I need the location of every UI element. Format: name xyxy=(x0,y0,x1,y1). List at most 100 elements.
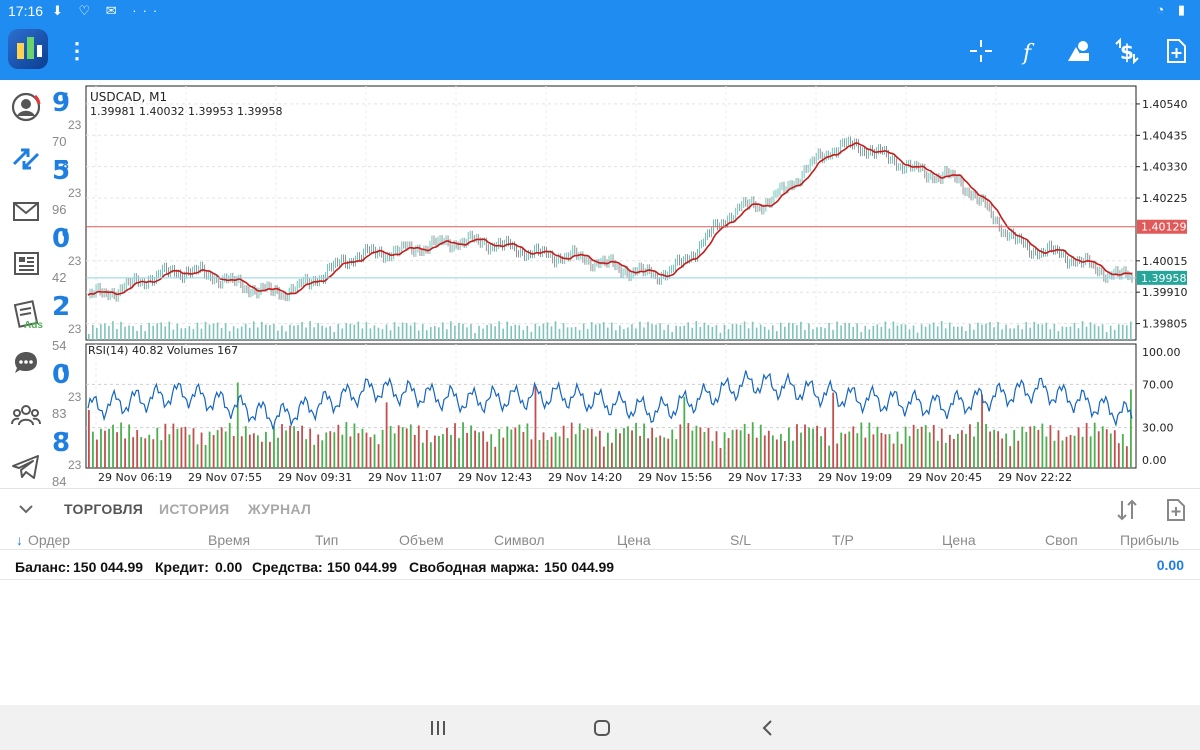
home-icon[interactable] xyxy=(591,717,613,739)
volume-bar xyxy=(880,326,883,340)
tab-journal[interactable]: ЖУРНАЛ xyxy=(248,501,311,517)
tab-trade[interactable]: ТОРГОВЛЯ xyxy=(64,501,143,517)
objects-icon[interactable] xyxy=(1062,35,1094,67)
volume-bar xyxy=(96,327,98,340)
volume-bar xyxy=(1121,324,1124,340)
rsi-volume-bar xyxy=(1093,422,1096,468)
rsi-volume-bar xyxy=(232,435,235,468)
volume-bar xyxy=(594,324,597,340)
rsi-volume-bar xyxy=(502,437,505,468)
volume-bar xyxy=(860,332,863,340)
col-current-price[interactable]: Цена xyxy=(942,532,976,548)
rsi-volume-bar xyxy=(252,433,255,468)
app-logo-icon[interactable] xyxy=(8,29,48,69)
account-icon[interactable] xyxy=(9,90,43,124)
overflow-menu-icon[interactable]: ⋮ xyxy=(66,36,88,66)
quote-small-digits: 23 xyxy=(68,390,82,404)
rsi-volume-bar xyxy=(124,438,127,468)
rsi-volume-bar xyxy=(828,445,831,468)
volume-bar xyxy=(767,329,770,340)
rsi-volume-bar xyxy=(667,438,670,468)
new-order-bottom-icon[interactable] xyxy=(1163,497,1189,523)
quote-item[interactable]: 9 6 23 70 xyxy=(52,88,84,149)
col-tp[interactable]: T/P xyxy=(832,532,854,548)
rsi-volume-bar xyxy=(598,430,601,468)
volume-bar xyxy=(297,325,299,340)
rsi-volume-bar xyxy=(590,428,593,468)
quote-item[interactable]: 0 0 23 83 xyxy=(52,360,84,421)
volume-bar xyxy=(365,322,368,340)
volume-bar xyxy=(840,325,842,340)
volume-bar xyxy=(707,325,710,340)
rsi-volume-bar xyxy=(743,423,746,468)
community-icon[interactable] xyxy=(9,398,43,432)
volume-bar xyxy=(663,329,665,340)
rsi-volume-bar xyxy=(1041,423,1044,468)
col-swap[interactable]: Своп xyxy=(1045,532,1078,548)
volume-bar xyxy=(285,331,287,340)
rsi-volume-bar xyxy=(297,430,300,468)
col-type[interactable]: Тип xyxy=(315,532,338,548)
collapse-chevron-icon[interactable] xyxy=(16,499,36,519)
col-symbol[interactable]: Символ xyxy=(494,532,544,548)
quote-points: 96 xyxy=(52,202,67,217)
quote-item[interactable]: 2 9 23 54 xyxy=(52,292,84,353)
indicators-icon[interactable]: f xyxy=(1013,35,1045,67)
rsi-volume-bar xyxy=(784,441,786,468)
crosshair-icon[interactable] xyxy=(965,35,997,67)
rsi-volume-bar xyxy=(236,382,239,468)
quote-superscript: 7 xyxy=(62,430,69,444)
time-axis-label: 29 Nov 07:55 xyxy=(188,471,262,484)
rsi-volume-bar xyxy=(156,427,159,468)
new-order-icon[interactable] xyxy=(1160,35,1192,67)
rsi-volume-bar xyxy=(208,431,211,468)
volume-bar xyxy=(759,324,762,340)
volume-bar xyxy=(168,321,171,340)
rsi-volume-bar xyxy=(900,443,903,468)
quote-item[interactable]: 5 8 23 96 xyxy=(52,156,84,217)
quote-item[interactable]: 0 6 23 42 xyxy=(52,224,84,285)
chat-icon[interactable] xyxy=(9,346,43,380)
chart-canvas[interactable]: 1.40540 1.40435 1.40330 1.40225 1.40015 1.399… xyxy=(84,82,1200,486)
news-icon[interactable] xyxy=(9,246,43,280)
rsi-volume-bar xyxy=(619,433,621,468)
rsi-volume-bar xyxy=(269,441,271,468)
volume-bar xyxy=(538,326,541,340)
mail-icon[interactable] xyxy=(9,194,43,228)
sort-arrow-icon[interactable]: ↓ xyxy=(16,532,23,548)
time-axis-label: 29 Nov 20:45 xyxy=(908,471,982,484)
volume-bar xyxy=(981,324,983,340)
tab-history[interactable]: ИСТОРИЯ xyxy=(159,501,229,517)
trade-arrows-icon[interactable] xyxy=(9,142,43,176)
col-volume[interactable]: Объем xyxy=(399,532,444,548)
volume-bar xyxy=(965,330,967,340)
price-axis-label: 1.40435 xyxy=(1142,129,1188,142)
rsi-volume-bar xyxy=(337,424,340,468)
volume-bar xyxy=(961,326,963,340)
col-price[interactable]: Цена xyxy=(617,532,651,548)
trade-icon[interactable]: $ xyxy=(1111,35,1143,67)
volume-bar xyxy=(675,325,677,340)
back-icon[interactable] xyxy=(757,717,779,739)
rsi-volume-bar xyxy=(602,446,605,468)
col-order[interactable]: Ордер xyxy=(28,532,70,548)
rsi-volume-bar xyxy=(281,424,283,468)
quote-item[interactable]: 8 7 23 84 xyxy=(52,428,84,486)
recent-apps-icon[interactable] xyxy=(427,717,449,739)
volume-bar xyxy=(289,324,291,340)
volume-bar xyxy=(1017,325,1019,340)
rsi-volume-bar xyxy=(546,440,549,468)
price-axis-label: 1.39910 xyxy=(1142,286,1188,299)
sort-icon[interactable] xyxy=(1114,497,1140,523)
telegram-icon[interactable] xyxy=(9,450,43,484)
col-profit[interactable]: Прибыль xyxy=(1120,532,1179,548)
price-chart[interactable]: 1.40540 1.40435 1.40330 1.40225 1.40015 1.399… xyxy=(84,82,1200,486)
rsi-volume-bar xyxy=(188,434,191,468)
col-time[interactable]: Время xyxy=(208,532,250,548)
volume-bar xyxy=(1061,326,1064,340)
volume-bar xyxy=(446,329,448,340)
time-axis-label: 29 Nov 22:22 xyxy=(998,471,1072,484)
col-sl[interactable]: S/L xyxy=(730,532,751,548)
rsi-volume-bar xyxy=(228,422,231,468)
rsi-volume-bar xyxy=(1125,446,1128,468)
